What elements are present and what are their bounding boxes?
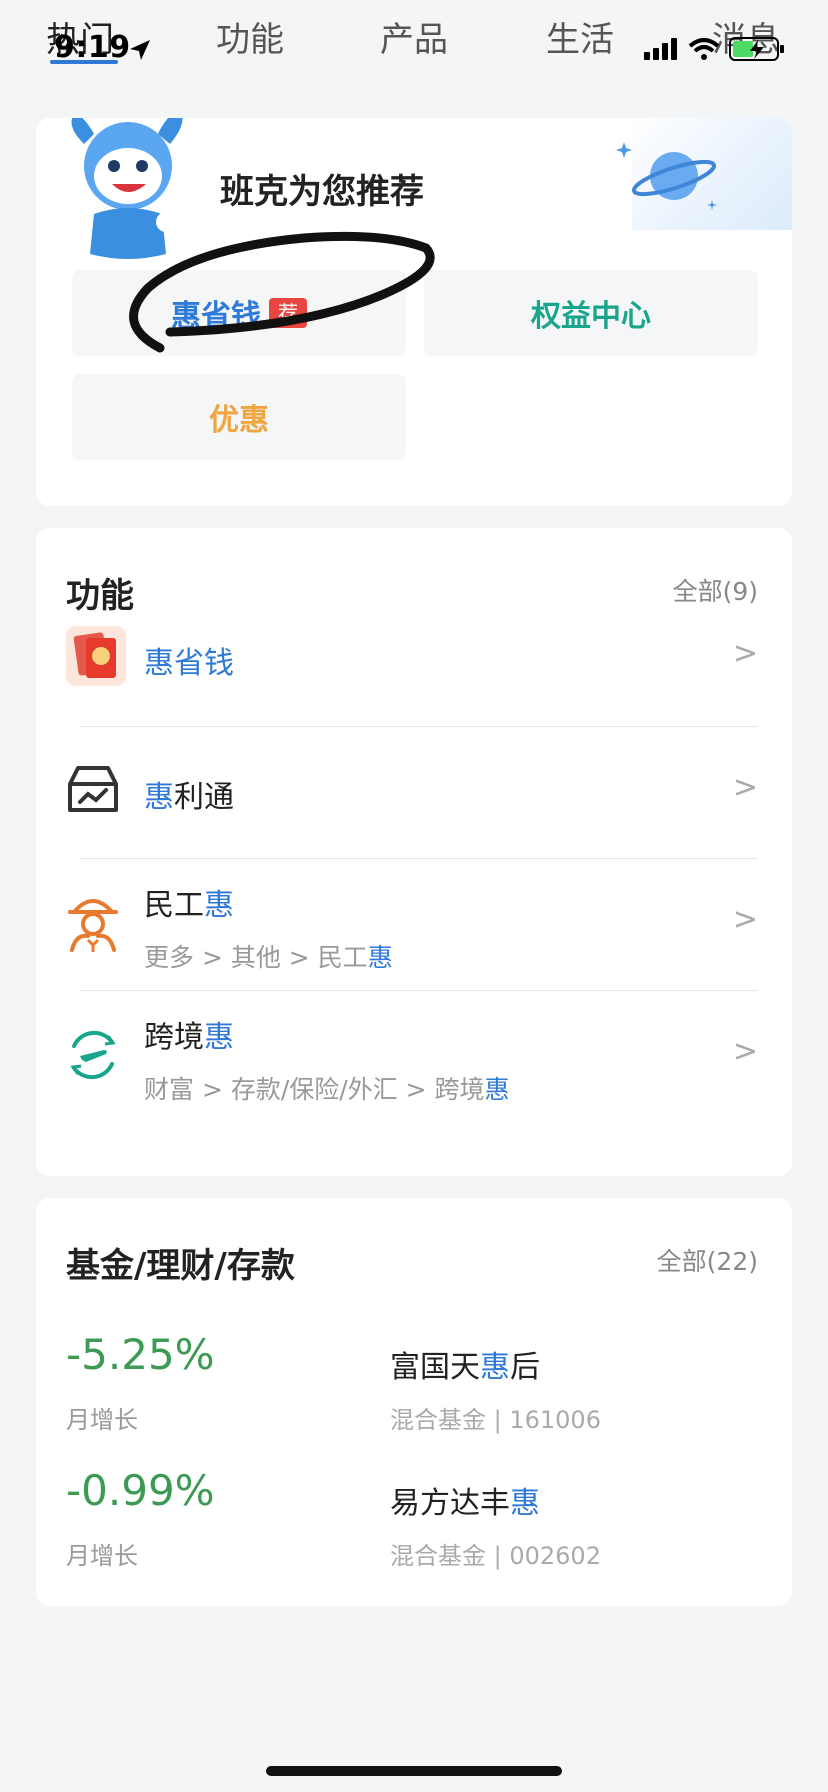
worker-helmet-icon — [68, 899, 118, 952]
name-text: 富国天 — [390, 1350, 480, 1385]
label-rest: 利通 — [174, 780, 234, 815]
status-time: 9:19 — [54, 30, 131, 65]
path-highlight: 惠 — [484, 1075, 510, 1104]
name-highlight: 惠 — [480, 1350, 510, 1385]
funds-card: 基金/理财/存款 全部(22) -5.25% 月增长 富国天惠后 混合基金 | … — [36, 1198, 792, 1606]
chevron-right-icon: > — [732, 1034, 758, 1069]
path-text: 更多 > 其他 > 民工 — [144, 943, 368, 972]
function-row-kuajinghui[interactable]: 跨境惠 财富 > 存款/保险/外汇 > 跨境惠 > — [36, 990, 792, 1122]
function-label: 跨境惠 — [144, 1012, 234, 1056]
chevron-right-icon: > — [732, 770, 758, 805]
recommend-title: 班克为您推荐 — [220, 172, 424, 212]
inbox-chart-icon — [68, 766, 118, 812]
name-highlight: 惠 — [510, 1486, 540, 1521]
functions-card: 功能 全部(9) 惠省钱 > 惠利通 > 民工惠 更多 > 其他 > 民工惠 >… — [36, 528, 792, 1176]
label-rest: 省钱 — [174, 646, 234, 681]
label-highlight: 惠 — [204, 1020, 234, 1055]
recommend-card: 班克为您推荐 惠省钱 荐 权益中心 优惠 — [36, 118, 792, 506]
label-rest: 民工 — [144, 888, 204, 923]
fund-name: 易方达丰惠 — [390, 1478, 540, 1522]
function-label: 惠利通 — [144, 772, 234, 816]
fund-name: 富国天惠后 — [390, 1342, 540, 1386]
battery-icon — [729, 37, 784, 61]
wifi-icon — [688, 38, 720, 60]
function-path: 更多 > 其他 > 民工惠 — [144, 938, 393, 974]
chevron-right-icon: > — [732, 902, 758, 937]
name-text: 后 — [510, 1350, 540, 1385]
fund-code: 混合基金 | 002602 — [390, 1542, 601, 1570]
label-rest: 跨境 — [144, 1020, 204, 1055]
path-highlight: 惠 — [367, 943, 393, 972]
tab-functions[interactable]: 功能 — [216, 12, 284, 61]
label-highlight: 惠 — [144, 780, 174, 815]
home-indicator[interactable] — [266, 1766, 562, 1776]
chip-label: 优惠 — [209, 403, 269, 438]
hand-drawn-circle-annotation — [129, 231, 435, 353]
path-text: 财富 > 存款/保险/外汇 > 跨境 — [144, 1075, 485, 1104]
tab-products[interactable]: 产品 — [380, 12, 448, 61]
fund-return-label: 月增长 — [66, 1542, 138, 1570]
cross-border-plane-icon — [70, 1030, 116, 1080]
chip-benefits-center[interactable]: 权益中心 — [424, 270, 758, 356]
chip-label: 权益中心 — [531, 299, 651, 334]
funds-view-all[interactable]: 全部(22) — [657, 1242, 758, 1278]
chip-discount[interactable]: 优惠 — [72, 374, 406, 460]
chevron-right-icon: > — [732, 636, 758, 671]
name-text: 易方达丰 — [390, 1486, 510, 1521]
label-highlight: 惠 — [144, 646, 174, 681]
fund-return: -0.99% — [66, 1466, 215, 1515]
location-arrow-icon — [130, 40, 150, 60]
function-row-huilitong[interactable]: 惠利通 > — [36, 726, 792, 858]
label-highlight: 惠 — [204, 888, 234, 923]
signal-icon — [644, 38, 677, 60]
planet-icon — [616, 142, 717, 210]
function-row-mingonghui[interactable]: 民工惠 更多 > 其他 > 民工惠 > — [36, 858, 792, 990]
red-envelope-icon — [66, 626, 126, 686]
top-bar: 热门 功能 产品 生活 消息 9:19 — [0, 0, 828, 96]
function-label: 惠省钱 — [144, 638, 234, 682]
fund-code: 混合基金 | 161006 — [390, 1406, 601, 1434]
function-row-huishengqian[interactable]: 惠省钱 > — [36, 592, 792, 724]
status-icons — [644, 37, 784, 61]
function-path: 财富 > 存款/保险/外汇 > 跨境惠 — [144, 1070, 510, 1106]
function-label: 民工惠 — [144, 880, 234, 924]
funds-title: 基金/理财/存款 — [66, 1246, 295, 1286]
fund-return: -5.25% — [66, 1330, 215, 1379]
fund-return-label: 月增长 — [66, 1406, 138, 1434]
tab-life[interactable]: 生活 — [546, 12, 614, 61]
